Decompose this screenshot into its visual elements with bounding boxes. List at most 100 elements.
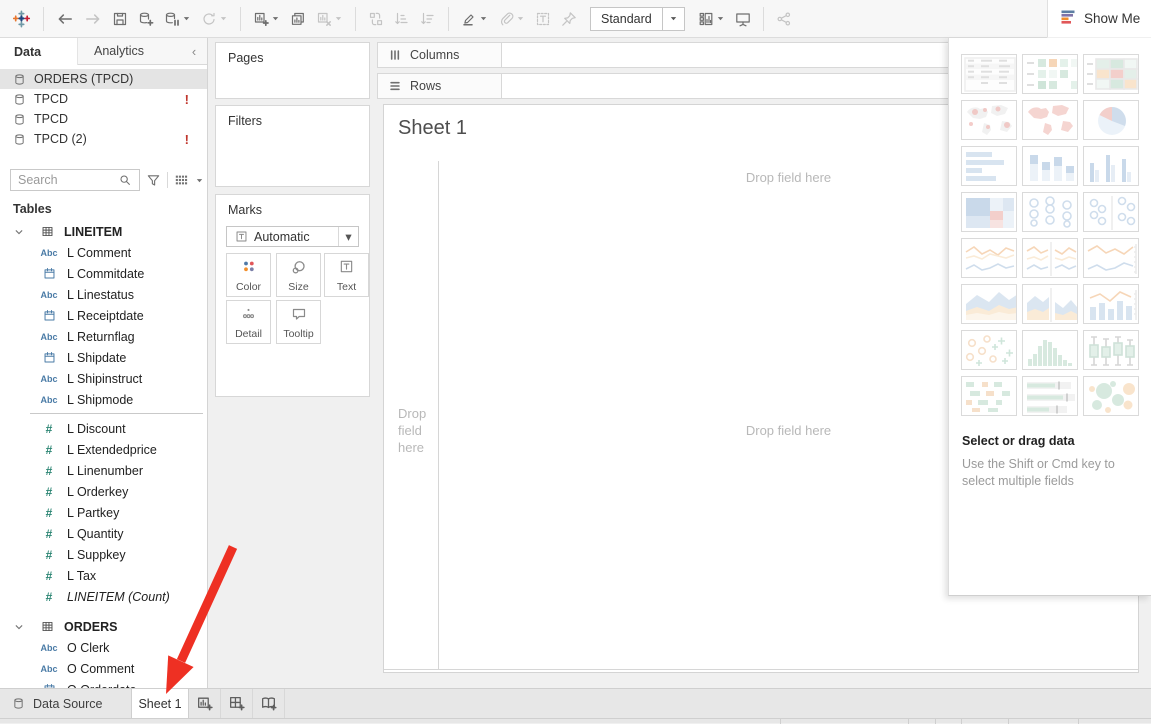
showme-continuous-area[interactable] — [961, 284, 1017, 324]
color-button[interactable]: Color — [226, 253, 271, 297]
field-row[interactable]: # L Extendedprice — [0, 439, 207, 460]
search-input[interactable] — [18, 173, 118, 187]
collapse-pane-button[interactable]: ‹ — [181, 38, 207, 65]
data-source-tab[interactable]: Data Source — [0, 689, 131, 718]
showme-heat-map[interactable] — [1083, 54, 1139, 94]
showme-continuous-lines[interactable] — [961, 238, 1017, 278]
fit-selector[interactable]: Standard — [590, 7, 685, 31]
field-row[interactable]: # L Linenumber — [0, 460, 207, 481]
field-row[interactable]: Abc L Shipmode — [0, 389, 207, 410]
tab-data[interactable]: Data — [0, 38, 78, 65]
highlight-button-caret-icon[interactable] — [479, 12, 488, 26]
new-dashboard-tab-button[interactable] — [221, 689, 253, 718]
showme-discrete-lines[interactable] — [1022, 238, 1078, 278]
sort-ascending-button[interactable] — [389, 8, 415, 30]
show-hide-cards-button[interactable] — [693, 8, 730, 30]
showme-highlight-table[interactable] — [1022, 54, 1078, 94]
showme-gantt[interactable] — [961, 376, 1017, 416]
sort-descending-button[interactable] — [415, 8, 441, 30]
run-update-button[interactable] — [196, 8, 233, 30]
run-update-button-caret-icon[interactable] — [219, 12, 228, 26]
showme-treemap[interactable] — [961, 192, 1017, 232]
datasource-item[interactable]: ORDERS (TPCD) — [0, 69, 207, 89]
size-button[interactable]: Size — [276, 253, 321, 297]
showme-discrete-area[interactable] — [1022, 284, 1078, 324]
showme-filled-map[interactable] — [1022, 100, 1078, 140]
mark-type-caret-icon[interactable]: ▾ — [338, 227, 358, 246]
field-row[interactable]: # L Quantity — [0, 523, 207, 544]
field-row[interactable]: # L Tax — [0, 565, 207, 586]
chevron-down-icon[interactable] — [8, 622, 30, 632]
chevron-down-icon[interactable] — [8, 227, 30, 237]
field-row[interactable]: L Receiptdate — [0, 305, 207, 326]
show-me-button[interactable]: Show Me — [1047, 0, 1151, 38]
field-row[interactable]: L Shipdate — [0, 347, 207, 368]
search-input-box[interactable] — [10, 169, 140, 191]
show-hide-cards-button-caret-icon[interactable] — [716, 12, 725, 26]
clear-sheet-button[interactable] — [311, 8, 348, 30]
field-row[interactable]: Abc O Comment — [0, 658, 207, 679]
clear-sheet-button-caret-icon[interactable] — [334, 12, 343, 26]
share-button[interactable] — [771, 8, 797, 30]
new-data-source-button[interactable] — [133, 8, 159, 30]
save-button[interactable] — [107, 8, 133, 30]
field-row[interactable]: # L Partkey — [0, 502, 207, 523]
new-story-tab-button[interactable] — [253, 689, 285, 718]
undo-button[interactable] — [51, 7, 79, 31]
showme-scatter-plots[interactable] — [961, 330, 1017, 370]
new-worksheet-button[interactable] — [248, 8, 285, 30]
datasource-item[interactable]: TPCD ! — [0, 89, 207, 109]
show-mark-labels-button[interactable] — [530, 8, 556, 30]
field-row[interactable]: # LINEITEM (Count) — [0, 586, 207, 607]
pause-auto-updates-button-caret-icon[interactable] — [182, 12, 191, 26]
new-worksheet-tab-button[interactable] — [189, 689, 221, 718]
fit-selector-caret-icon[interactable] — [662, 8, 684, 30]
presentation-mode-button[interactable] — [730, 8, 756, 30]
showme-circle-views[interactable] — [1022, 192, 1078, 232]
showme-symbol-map[interactable] — [961, 100, 1017, 140]
field-row[interactable]: Abc L Linestatus — [0, 284, 207, 305]
field-row[interactable]: Abc L Shipinstruct — [0, 368, 207, 389]
view-options-icon[interactable] — [174, 173, 189, 187]
mark-type-dropdown[interactable]: Automatic ▾ — [226, 226, 359, 247]
pause-auto-updates-button[interactable] — [159, 8, 196, 30]
showme-pie-chart[interactable] — [1083, 100, 1139, 140]
new-worksheet-button-caret-icon[interactable] — [271, 12, 280, 26]
showme-horizontal-bars[interactable] — [961, 146, 1017, 186]
showme-packed-bubbles[interactable] — [1083, 376, 1139, 416]
pages-shelf[interactable]: Pages — [215, 42, 370, 99]
table-header-orders[interactable]: ORDERS — [0, 616, 207, 637]
showme-side-by-side-bars[interactable] — [1083, 146, 1139, 186]
showme-bullet-graphs[interactable] — [1022, 376, 1078, 416]
detail-button[interactable]: Detail — [226, 300, 271, 344]
showme-box-and-whisker[interactable] — [1083, 330, 1139, 370]
datasource-item[interactable]: TPCD (2) ! — [0, 129, 207, 149]
field-row[interactable]: O Orderdate — [0, 679, 207, 688]
highlight-button[interactable] — [456, 8, 493, 30]
filter-fields-icon[interactable] — [146, 173, 161, 188]
showme-side-by-side-circles[interactable] — [1083, 192, 1139, 232]
showme-stacked-bars[interactable] — [1022, 146, 1078, 186]
field-row[interactable]: # L Suppkey — [0, 544, 207, 565]
field-row[interactable]: Abc O Clerk — [0, 637, 207, 658]
text-button[interactable]: Text — [324, 253, 369, 297]
showme-dual-combination[interactable] — [1083, 284, 1139, 324]
showme-dual-lines[interactable] — [1083, 238, 1139, 278]
filters-shelf[interactable]: Filters — [215, 105, 370, 187]
showme-text-table[interactable] — [961, 54, 1017, 94]
showme-histogram[interactable] — [1022, 330, 1078, 370]
view-options-caret-icon[interactable] — [195, 176, 204, 185]
tab-analytics[interactable]: Analytics — [78, 38, 181, 65]
drop-field-zone-left[interactable]: Dropfieldhere — [384, 405, 438, 456]
group-members-button[interactable] — [493, 8, 530, 30]
datasource-item[interactable]: TPCD — [0, 109, 207, 129]
swap-rows-columns-button[interactable] — [363, 8, 389, 30]
field-row[interactable]: Abc L Returnflag — [0, 326, 207, 347]
field-row[interactable]: # L Discount — [0, 418, 207, 439]
field-row[interactable]: Abc L Comment — [0, 242, 207, 263]
tooltip-button[interactable]: Tooltip — [276, 300, 321, 344]
sheet1-tab[interactable]: Sheet 1 — [131, 689, 189, 718]
fix-axes-button[interactable] — [556, 8, 582, 30]
field-row[interactable]: # L Orderkey — [0, 481, 207, 502]
duplicate-button[interactable] — [285, 8, 311, 30]
